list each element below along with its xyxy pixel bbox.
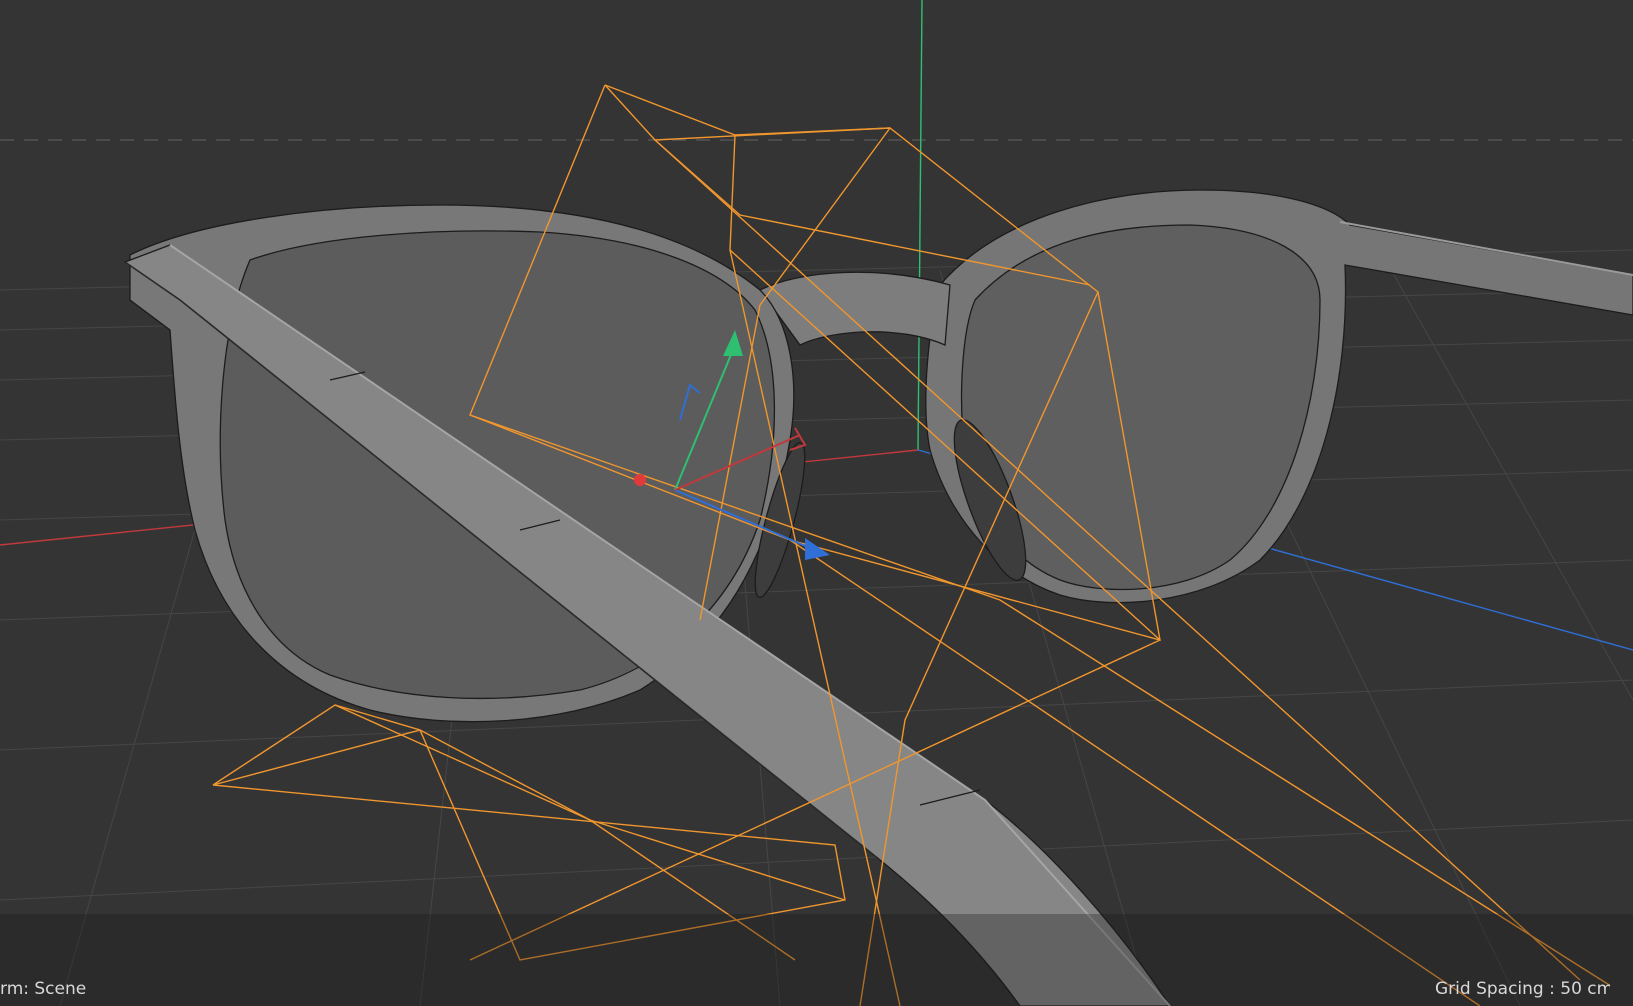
camera-label: rm: Scene	[0, 979, 87, 999]
pivot-point-icon[interactable]	[634, 474, 646, 486]
3d-viewport[interactable]: rm: Scene Grid Spacing : 50 cm	[0, 0, 1633, 1006]
viewport-canvas[interactable]	[0, 0, 1633, 1006]
grid-spacing-label: Grid Spacing : 50 cm	[1435, 979, 1614, 999]
viewport-corner-handle	[1610, 978, 1633, 1006]
